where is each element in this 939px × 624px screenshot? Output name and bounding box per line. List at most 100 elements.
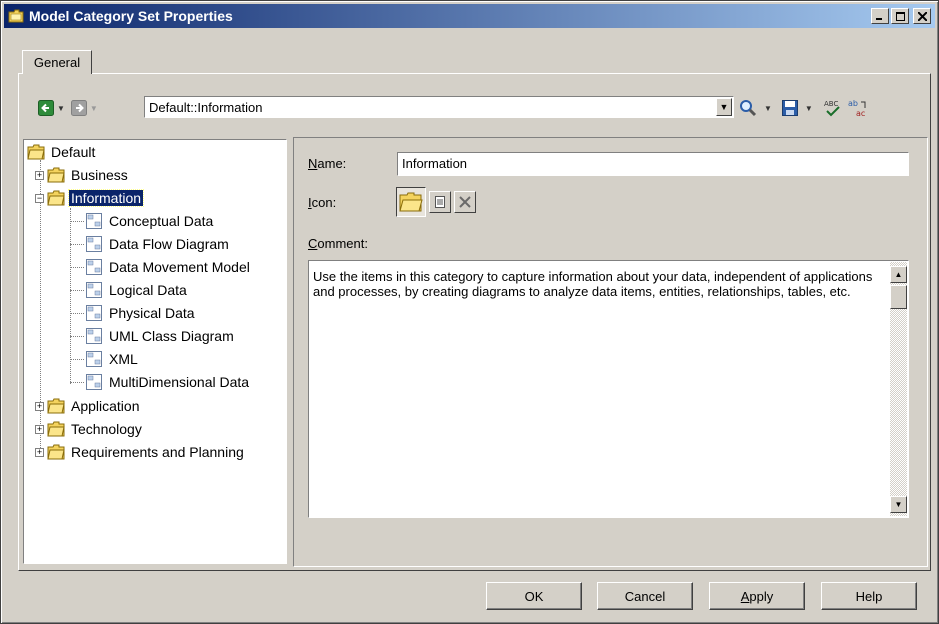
tree-connector	[70, 221, 84, 222]
tree-root[interactable]: Default	[27, 142, 97, 162]
folder-icon	[47, 444, 65, 460]
replace-text-icon[interactable]: ab ac	[847, 98, 869, 118]
diagram-icon	[86, 213, 102, 229]
tree-connector	[70, 244, 84, 245]
tree-item-label: MultiDimensional Data	[109, 374, 250, 390]
tree-item-uml-class-diagram[interactable]: UML Class Diagram	[85, 326, 236, 346]
apply-button[interactable]: Apply	[709, 582, 805, 610]
tree-item-label: Data Movement Model	[109, 259, 250, 275]
cancel-label: Cancel	[624, 588, 666, 604]
forward-dropdown-icon[interactable]: ▼	[90, 104, 98, 113]
tree-item-label: Application	[71, 398, 140, 414]
save-icon[interactable]	[781, 100, 798, 116]
apply-label-accel: A	[740, 588, 750, 604]
tree-item-physical-data[interactable]: Physical Data	[85, 303, 197, 323]
path-combobox[interactable]: Default::Information ▼	[144, 96, 734, 118]
diagram-icon	[86, 351, 102, 367]
cancel-button[interactable]: Cancel	[597, 582, 693, 610]
forward-button[interactable]	[70, 100, 87, 116]
back-button[interactable]	[38, 100, 54, 116]
folder-icon	[47, 421, 65, 437]
tree-connector	[70, 313, 84, 314]
close-button[interactable]	[913, 8, 931, 24]
tree-connector	[70, 336, 84, 337]
tree-item-requirements-and-planning[interactable]: + Requirements and Planning	[35, 442, 246, 462]
chevron-down-icon: ▼	[719, 102, 729, 112]
tree-item-xml[interactable]: XML	[85, 349, 140, 369]
icon-label: Icon:	[308, 195, 336, 210]
maximize-button[interactable]	[891, 8, 909, 24]
properties-dialog: Model Category Set Properties General ▼	[0, 0, 939, 624]
name-field[interactable]: Information	[397, 152, 909, 176]
maximize-icon	[895, 11, 905, 21]
title-bar[interactable]: Model Category Set Properties	[4, 4, 935, 28]
tree-item-data-flow-diagram[interactable]: Data Flow Diagram	[85, 234, 231, 254]
expand-icon[interactable]: +	[35, 447, 44, 457]
tree-item-label: Data Flow Diagram	[109, 236, 229, 252]
tree-item-conceptual-data[interactable]: Conceptual Data	[85, 211, 215, 231]
comment-textarea[interactable]: Use the items in this category to captur…	[308, 260, 909, 518]
tab-general[interactable]: General	[22, 50, 92, 74]
expand-icon[interactable]: +	[35, 424, 44, 434]
chevron-down-icon: ▼	[894, 500, 903, 509]
expand-icon[interactable]: +	[35, 401, 44, 411]
back-dropdown-icon[interactable]: ▼	[57, 104, 65, 113]
search-icon[interactable]	[739, 99, 757, 117]
folder-open-icon	[399, 192, 423, 212]
tree-item-logical-data[interactable]: Logical Data	[85, 280, 189, 300]
icon-delete-button[interactable]	[454, 191, 476, 213]
tree-root-label: Default	[51, 144, 96, 160]
tree-item-business[interactable]: + Business	[35, 165, 130, 185]
back-arrow-icon	[38, 100, 54, 116]
path-dropdown-button[interactable]: ▼	[716, 98, 732, 116]
name-label: Name:	[308, 156, 346, 171]
scroll-down-button[interactable]: ▼	[890, 496, 907, 513]
tree-connector	[70, 208, 71, 384]
comment-scrollbar[interactable]: ▲ ▼	[890, 262, 907, 516]
search-dropdown-icon[interactable]: ▼	[764, 104, 772, 113]
icon-preview-button[interactable]	[396, 187, 426, 217]
document-icon	[435, 196, 445, 208]
tree-item-label: Logical Data	[109, 282, 187, 298]
ok-button[interactable]: OK	[486, 582, 582, 610]
diagram-icon	[86, 374, 102, 390]
svg-text:ab: ab	[848, 99, 858, 108]
diagram-icon	[86, 282, 102, 298]
apply-label: pply	[749, 588, 774, 604]
tree-item-technology[interactable]: + Technology	[35, 419, 144, 439]
tree-item-label: Conceptual Data	[109, 213, 214, 229]
tree-item-label: Requirements and Planning	[71, 444, 244, 460]
help-button[interactable]: Help	[821, 582, 917, 610]
scroll-up-button[interactable]: ▲	[890, 266, 907, 283]
folder-icon	[8, 9, 24, 23]
minimize-icon	[876, 18, 882, 20]
collapse-icon[interactable]: −	[35, 193, 44, 203]
folder-open-icon	[27, 144, 45, 160]
tree-connector	[70, 290, 84, 291]
svg-text:ABC: ABC	[824, 100, 838, 108]
scroll-thumb[interactable]	[890, 285, 907, 309]
comment-label: Comment:	[308, 236, 368, 251]
tree-item-information[interactable]: − Information	[35, 188, 145, 208]
close-icon	[917, 11, 927, 21]
tree-item-application[interactable]: + Application	[35, 396, 142, 416]
icon-picker	[396, 187, 476, 217]
tree-connector	[70, 359, 84, 360]
tree-item-multidimensional-data[interactable]: MultiDimensional Data	[85, 372, 251, 392]
category-tree[interactable]: Default + Business − Information Concept…	[23, 139, 287, 564]
save-dropdown-icon[interactable]: ▼	[805, 104, 813, 113]
tree-item-label: UML Class Diagram	[109, 328, 234, 344]
icon-properties-button[interactable]	[429, 191, 451, 213]
tree-item-data-movement-model[interactable]: Data Movement Model	[85, 257, 252, 277]
icon-label-text: con:	[311, 195, 337, 210]
folder-icon	[47, 167, 65, 183]
tree-item-label: Physical Data	[109, 305, 195, 321]
expand-icon[interactable]: +	[35, 170, 44, 180]
diagram-icon	[86, 236, 102, 252]
folder-icon	[47, 398, 65, 414]
diagram-icon	[86, 305, 102, 321]
spell-check-icon[interactable]: ABC	[823, 99, 843, 117]
comment-label-text: omment:	[317, 236, 368, 251]
window-title: Model Category Set Properties	[29, 8, 233, 24]
minimize-button[interactable]	[871, 8, 889, 24]
